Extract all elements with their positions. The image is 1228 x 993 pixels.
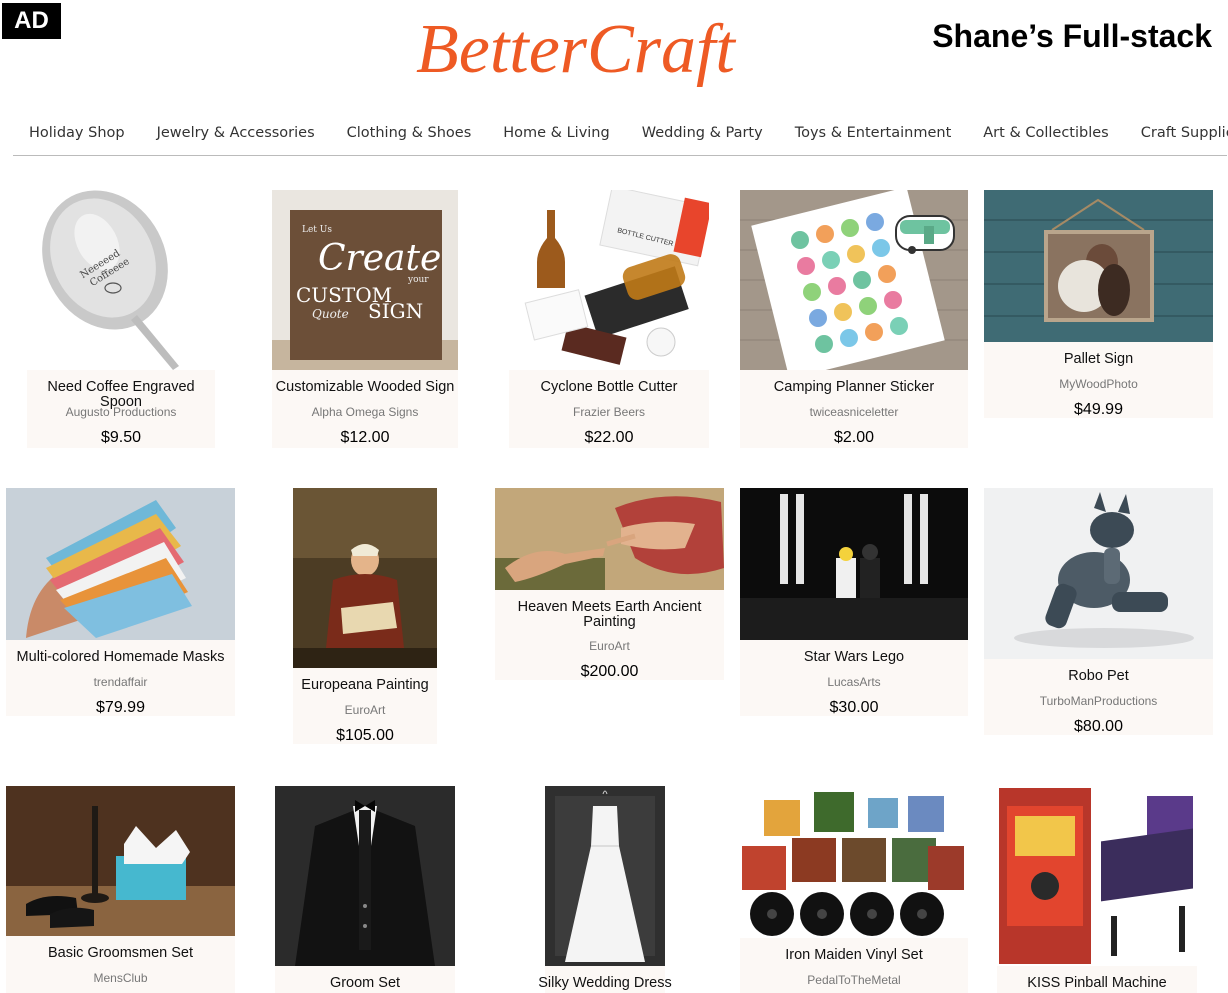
svg-text:Let Us: Let Us: [302, 225, 332, 235]
product-image-masks[interactable]: [6, 488, 235, 640]
product-image-kiss-pinball[interactable]: [997, 786, 1197, 966]
category-nav: Holiday Shop Jewelry & Accessories Cloth…: [13, 110, 1228, 156]
product-info: Star Wars Lego LucasArts $30.00: [740, 640, 968, 716]
product-info: Robo Pet TurboManProductions $80.00: [984, 659, 1213, 735]
product-card-masks[interactable]: Multi-colored Homemade Masks trendaffair…: [6, 488, 235, 716]
product-card-coffee-spoon[interactable]: Neeeeed Coffeeee Need Coffee Engraved Sp…: [27, 190, 215, 448]
product-price: $30.00: [829, 699, 879, 716]
product-card-groom-set[interactable]: Groom Set: [275, 786, 455, 993]
product-image-wooded-sign[interactable]: Let Us Create your CUSTOM Quote SIGN: [272, 190, 458, 370]
product-info: Camping Planner Sticker twiceasnicelette…: [740, 370, 968, 448]
product-seller[interactable]: Alpha Omega Signs: [272, 405, 458, 419]
product-title[interactable]: Europeana Painting: [293, 678, 437, 693]
product-price: $200.00: [580, 663, 639, 680]
product-card-heaven-meets-earth[interactable]: Heaven Meets Earth Ancient Painting Euro…: [495, 488, 724, 680]
product-info: Need Coffee Engraved Spoon Augusto Produ…: [27, 370, 215, 448]
product-image-camping-sticker[interactable]: [740, 190, 968, 370]
svg-text:Quote: Quote: [312, 307, 349, 321]
nav-craft-supplies[interactable]: Craft Supplies: [1125, 125, 1228, 141]
product-image-europeana-painting[interactable]: [293, 488, 437, 668]
nav-home-living[interactable]: Home & Living: [487, 125, 625, 141]
product-info: Europeana Painting EuroArt $105.00: [293, 668, 437, 744]
product-seller[interactable]: Augusto Productions: [27, 405, 215, 419]
product-title[interactable]: Groom Set: [275, 976, 455, 991]
product-seller[interactable]: trendaffair: [6, 675, 235, 689]
product-image-groomsmen-set[interactable]: [6, 786, 235, 936]
product-seller[interactable]: EuroArt: [293, 703, 437, 717]
product-card-wedding-dress[interactable]: Silky Wedding Dress: [538, 786, 672, 993]
nav-wedding-party[interactable]: Wedding & Party: [626, 125, 779, 141]
product-card-groomsmen-set[interactable]: Basic Groomsmen Set MensClub: [6, 786, 235, 993]
nav-art-collectibles[interactable]: Art & Collectibles: [967, 125, 1124, 141]
product-seller[interactable]: MensClub: [6, 971, 235, 985]
nav-holiday-shop[interactable]: Holiday Shop: [13, 125, 141, 141]
product-info: Cyclone Bottle Cutter Frazier Beers $22.…: [509, 370, 709, 448]
product-image-pallet-sign[interactable]: [984, 190, 1213, 342]
product-title[interactable]: Silky Wedding Dress: [525, 976, 685, 991]
product-info: Silky Wedding Dress: [538, 966, 672, 993]
product-image-star-wars-lego[interactable]: [740, 488, 968, 640]
product-title[interactable]: KISS Pinball Machine: [997, 976, 1197, 991]
product-image-wedding-dress[interactable]: [545, 786, 665, 966]
product-seller[interactable]: twiceasniceletter: [740, 405, 968, 419]
header-tagline: Shane’s Full-stack: [932, 18, 1212, 54]
product-card-bottle-cutter[interactable]: BOTTLE CUTTER Cyclone Bottle Cutter Fraz…: [509, 190, 709, 448]
nav-jewelry-accessories[interactable]: Jewelry & Accessories: [141, 125, 331, 141]
product-title[interactable]: Customizable Wooded Sign: [272, 380, 458, 395]
product-price: $49.99: [1074, 401, 1123, 418]
product-title[interactable]: Multi-colored Homemade Masks: [6, 650, 235, 665]
product-price: $79.99: [96, 699, 145, 716]
product-card-iron-maiden-vinyl[interactable]: Iron Maiden Vinyl Set PedalToTheMetal: [740, 786, 968, 993]
product-seller[interactable]: PedalToTheMetal: [740, 973, 968, 987]
product-card-kiss-pinball[interactable]: KISS Pinball Machine: [997, 786, 1197, 993]
product-card-robo-pet[interactable]: Robo Pet TurboManProductions $80.00: [984, 488, 1213, 735]
product-price: $9.50: [100, 429, 142, 446]
svg-text:SIGN: SIGN: [368, 299, 423, 323]
product-image-spoon[interactable]: Neeeeed Coffeeee: [27, 190, 185, 370]
product-title[interactable]: Heaven Meets Earth Ancient Painting: [495, 600, 724, 630]
product-image-heaven-meets-earth[interactable]: [495, 488, 724, 590]
product-seller[interactable]: TurboManProductions: [984, 694, 1213, 708]
product-price: $2.00: [833, 429, 875, 446]
product-card-camping-sticker[interactable]: Camping Planner Sticker twiceasnicelette…: [740, 190, 968, 448]
product-price: $12.00: [340, 429, 390, 446]
product-seller[interactable]: MyWoodPhoto: [984, 377, 1213, 391]
ad-badge: AD: [2, 3, 61, 39]
nav-clothing-shoes[interactable]: Clothing & Shoes: [331, 125, 488, 141]
product-image-bottle-cutter[interactable]: BOTTLE CUTTER: [509, 190, 709, 370]
product-title[interactable]: Star Wars Lego: [740, 650, 968, 665]
product-card-europeana-painting[interactable]: Europeana Painting EuroArt $105.00: [293, 488, 437, 744]
product-price: $105.00: [336, 727, 394, 744]
site-logo[interactable]: BetterCraft: [416, 10, 776, 90]
nav-toys-entertainment[interactable]: Toys & Entertainment: [779, 125, 968, 141]
product-price: $80.00: [1074, 718, 1123, 735]
product-info: Customizable Wooded Sign Alpha Omega Sig…: [272, 370, 458, 448]
product-seller[interactable]: Frazier Beers: [509, 405, 709, 419]
product-card-pallet-sign[interactable]: Pallet Sign MyWoodPhoto $49.99: [984, 190, 1213, 418]
product-image-robo-pet[interactable]: [984, 488, 1213, 659]
svg-text:your: your: [407, 275, 429, 285]
product-price: $22.00: [584, 429, 634, 446]
product-info: Basic Groomsmen Set MensClub: [6, 936, 235, 993]
product-info: Groom Set: [275, 966, 455, 993]
product-title[interactable]: Robo Pet: [984, 669, 1213, 684]
product-seller[interactable]: LucasArts: [740, 675, 968, 689]
product-title[interactable]: Pallet Sign: [984, 352, 1213, 367]
product-info: Multi-colored Homemade Masks trendaffair…: [6, 640, 235, 716]
product-title[interactable]: Basic Groomsmen Set: [6, 946, 235, 961]
product-title[interactable]: Iron Maiden Vinyl Set: [740, 948, 968, 963]
product-info: Pallet Sign MyWoodPhoto $49.99: [984, 342, 1213, 418]
product-image-iron-maiden-vinyl[interactable]: [740, 786, 968, 938]
product-info: KISS Pinball Machine: [997, 966, 1197, 993]
product-title[interactable]: Camping Planner Sticker: [740, 380, 968, 395]
product-seller[interactable]: EuroArt: [495, 639, 724, 653]
product-info: Iron Maiden Vinyl Set PedalToTheMetal: [740, 938, 968, 993]
product-card-wooded-sign[interactable]: Let Us Create your CUSTOM Quote SIGN Cus…: [272, 190, 458, 448]
product-title[interactable]: Cyclone Bottle Cutter: [509, 380, 709, 395]
product-image-groom-set[interactable]: [275, 786, 455, 966]
product-info: Heaven Meets Earth Ancient Painting Euro…: [495, 590, 724, 680]
product-card-star-wars-lego[interactable]: Star Wars Lego LucasArts $30.00: [740, 488, 968, 716]
svg-text:Create: Create: [318, 238, 441, 279]
